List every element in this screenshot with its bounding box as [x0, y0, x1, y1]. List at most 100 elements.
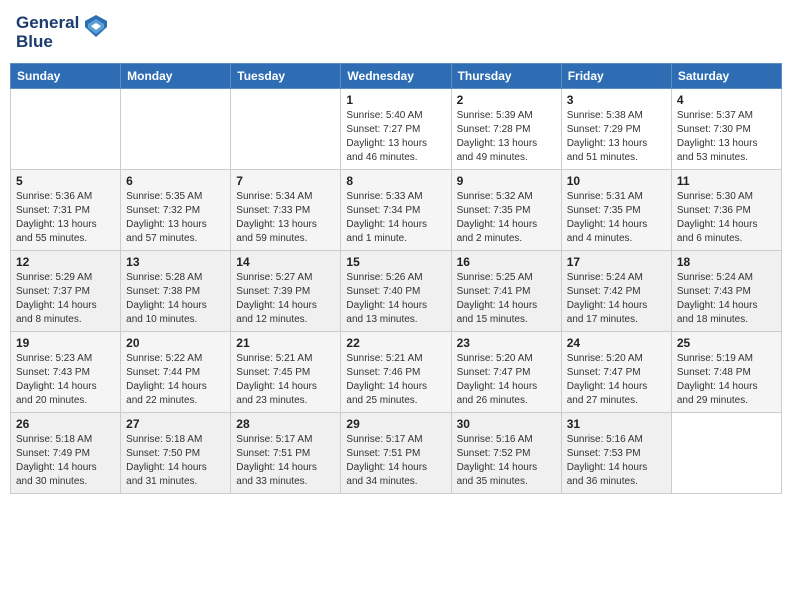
header-friday: Friday — [561, 64, 671, 89]
day-info: Sunrise: 5:40 AM Sunset: 7:27 PM Dayligh… — [346, 109, 445, 165]
day-info: Sunrise: 5:34 AM Sunset: 7:33 PM Dayligh… — [236, 190, 335, 246]
day-info: Sunrise: 5:27 AM Sunset: 7:39 PM Dayligh… — [236, 271, 335, 327]
day-cell — [11, 89, 121, 170]
day-cell: 11 Sunrise: 5:30 AM Sunset: 7:36 PM Dayli… — [671, 170, 781, 251]
day-cell: 25 Sunrise: 5:19 AM Sunset: 7:48 PM Dayli… — [671, 332, 781, 413]
day-number: 31 — [567, 417, 666, 431]
week-row-1: 1 Sunrise: 5:40 AM Sunset: 7:27 PM Daylig… — [11, 89, 782, 170]
header-sunday: Sunday — [11, 64, 121, 89]
day-cell: 19Sunrise: 5:23 AM Sunset: 7:43 PM Dayli… — [11, 332, 121, 413]
header-monday: Monday — [121, 64, 231, 89]
day-info: Sunrise: 5:37 AM Sunset: 7:30 PM Dayligh… — [677, 109, 776, 165]
day-number: 6 — [126, 174, 225, 188]
day-number: 2 — [457, 93, 556, 107]
day-cell: 22 Sunrise: 5:21 AM Sunset: 7:46 PM Dayli… — [341, 332, 451, 413]
day-number: 8 — [346, 174, 445, 188]
day-number: 27 — [126, 417, 225, 431]
day-cell: 7 Sunrise: 5:34 AM Sunset: 7:33 PM Daylig… — [231, 170, 341, 251]
day-info: Sunrise: 5:20 AM Sunset: 7:47 PM Dayligh… — [567, 352, 666, 408]
day-info: Sunrise: 5:23 AM Sunset: 7:43 PM Dayligh… — [16, 352, 115, 408]
day-number: 23 — [457, 336, 556, 350]
day-info: Sunrise: 5:36 AM Sunset: 7:31 PM Dayligh… — [16, 190, 115, 246]
day-cell — [121, 89, 231, 170]
day-info: Sunrise: 5:17 AM Sunset: 7:51 PM Dayligh… — [236, 433, 335, 489]
day-number: 1 — [346, 93, 445, 107]
day-number: 26 — [16, 417, 115, 431]
day-headers-row: Sunday Monday Tuesday Wednesday Thursday… — [11, 64, 782, 89]
day-cell: 17 Sunrise: 5:24 AM Sunset: 7:42 PM Dayli… — [561, 251, 671, 332]
day-info: Sunrise: 5:24 AM Sunset: 7:42 PM Dayligh… — [567, 271, 666, 327]
day-info: Sunrise: 5:21 AM Sunset: 7:46 PM Dayligh… — [346, 352, 445, 408]
day-number: 14 — [236, 255, 335, 269]
day-number: 22 — [346, 336, 445, 350]
day-cell: 8 Sunrise: 5:33 AM Sunset: 7:34 PM Daylig… — [341, 170, 451, 251]
day-cell: 18 Sunrise: 5:24 AM Sunset: 7:43 PM Dayli… — [671, 251, 781, 332]
day-cell: 1 Sunrise: 5:40 AM Sunset: 7:27 PM Daylig… — [341, 89, 451, 170]
day-cell: 21 Sunrise: 5:21 AM Sunset: 7:45 PM Dayli… — [231, 332, 341, 413]
day-cell: 13Sunrise: 5:28 AM Sunset: 7:38 PM Dayli… — [121, 251, 231, 332]
day-cell: 23 Sunrise: 5:20 AM Sunset: 7:47 PM Dayli… — [451, 332, 561, 413]
day-number: 21 — [236, 336, 335, 350]
week-row-3: 12 Sunrise: 5:29 AM Sunset: 7:37 PM Dayli… — [11, 251, 782, 332]
day-cell: 3Sunrise: 5:38 AM Sunset: 7:29 PM Daylig… — [561, 89, 671, 170]
day-number: 29 — [346, 417, 445, 431]
logo-text: General Blue — [16, 14, 79, 51]
day-cell: 12 Sunrise: 5:29 AM Sunset: 7:37 PM Dayli… — [11, 251, 121, 332]
week-row-2: 5 Sunrise: 5:36 AM Sunset: 7:31 PM Daylig… — [11, 170, 782, 251]
calendar-table: Sunday Monday Tuesday Wednesday Thursday… — [10, 63, 782, 494]
day-cell: 5 Sunrise: 5:36 AM Sunset: 7:31 PM Daylig… — [11, 170, 121, 251]
day-info: Sunrise: 5:16 AM Sunset: 7:52 PM Dayligh… — [457, 433, 556, 489]
day-number: 13 — [126, 255, 225, 269]
header-saturday: Saturday — [671, 64, 781, 89]
day-number: 3 — [567, 93, 666, 107]
logo-icon — [83, 13, 109, 44]
day-number: 20 — [126, 336, 225, 350]
day-info: Sunrise: 5:16 AM Sunset: 7:53 PM Dayligh… — [567, 433, 666, 489]
header-wednesday: Wednesday — [341, 64, 451, 89]
day-number: 5 — [16, 174, 115, 188]
day-info: Sunrise: 5:20 AM Sunset: 7:47 PM Dayligh… — [457, 352, 556, 408]
day-cell: 14 Sunrise: 5:27 AM Sunset: 7:39 PM Dayli… — [231, 251, 341, 332]
day-number: 7 — [236, 174, 335, 188]
day-number: 4 — [677, 93, 776, 107]
day-cell: 9Sunrise: 5:32 AM Sunset: 7:35 PM Daylig… — [451, 170, 561, 251]
day-number: 18 — [677, 255, 776, 269]
day-info: Sunrise: 5:22 AM Sunset: 7:44 PM Dayligh… — [126, 352, 225, 408]
day-cell: 29Sunrise: 5:17 AM Sunset: 7:51 PM Dayli… — [341, 413, 451, 494]
day-cell: 30Sunrise: 5:16 AM Sunset: 7:52 PM Dayli… — [451, 413, 561, 494]
day-cell: 16 Sunrise: 5:25 AM Sunset: 7:41 PM Dayli… — [451, 251, 561, 332]
day-cell: 15 Sunrise: 5:26 AM Sunset: 7:40 PM Dayli… — [341, 251, 451, 332]
day-info: Sunrise: 5:33 AM Sunset: 7:34 PM Dayligh… — [346, 190, 445, 246]
day-cell: 26 Sunrise: 5:18 AM Sunset: 7:49 PM Dayli… — [11, 413, 121, 494]
week-row-4: 19Sunrise: 5:23 AM Sunset: 7:43 PM Dayli… — [11, 332, 782, 413]
logo: General Blue — [16, 14, 109, 51]
day-cell: 28 Sunrise: 5:17 AM Sunset: 7:51 PM Dayli… — [231, 413, 341, 494]
day-cell: 20 Sunrise: 5:22 AM Sunset: 7:44 PM Dayli… — [121, 332, 231, 413]
day-number: 25 — [677, 336, 776, 350]
day-cell: 31 Sunrise: 5:16 AM Sunset: 7:53 PM Dayli… — [561, 413, 671, 494]
day-info: Sunrise: 5:29 AM Sunset: 7:37 PM Dayligh… — [16, 271, 115, 327]
header: General Blue — [10, 10, 782, 55]
day-info: Sunrise: 5:30 AM Sunset: 7:36 PM Dayligh… — [677, 190, 776, 246]
day-number: 9 — [457, 174, 556, 188]
logo-content: General Blue — [16, 14, 109, 51]
day-number: 28 — [236, 417, 335, 431]
day-info: Sunrise: 5:35 AM Sunset: 7:32 PM Dayligh… — [126, 190, 225, 246]
day-number: 17 — [567, 255, 666, 269]
week-row-5: 26 Sunrise: 5:18 AM Sunset: 7:49 PM Dayli… — [11, 413, 782, 494]
day-info: Sunrise: 5:24 AM Sunset: 7:43 PM Dayligh… — [677, 271, 776, 327]
day-number: 15 — [346, 255, 445, 269]
header-tuesday: Tuesday — [231, 64, 341, 89]
day-info: Sunrise: 5:18 AM Sunset: 7:49 PM Dayligh… — [16, 433, 115, 489]
day-cell: 6 Sunrise: 5:35 AM Sunset: 7:32 PM Daylig… — [121, 170, 231, 251]
day-info: Sunrise: 5:25 AM Sunset: 7:41 PM Dayligh… — [457, 271, 556, 327]
day-cell — [231, 89, 341, 170]
day-cell: 27Sunrise: 5:18 AM Sunset: 7:50 PM Dayli… — [121, 413, 231, 494]
day-info: Sunrise: 5:21 AM Sunset: 7:45 PM Dayligh… — [236, 352, 335, 408]
day-cell: 24Sunrise: 5:20 AM Sunset: 7:47 PM Dayli… — [561, 332, 671, 413]
day-number: 11 — [677, 174, 776, 188]
day-number: 12 — [16, 255, 115, 269]
day-info: Sunrise: 5:26 AM Sunset: 7:40 PM Dayligh… — [346, 271, 445, 327]
day-number: 16 — [457, 255, 556, 269]
day-info: Sunrise: 5:19 AM Sunset: 7:48 PM Dayligh… — [677, 352, 776, 408]
